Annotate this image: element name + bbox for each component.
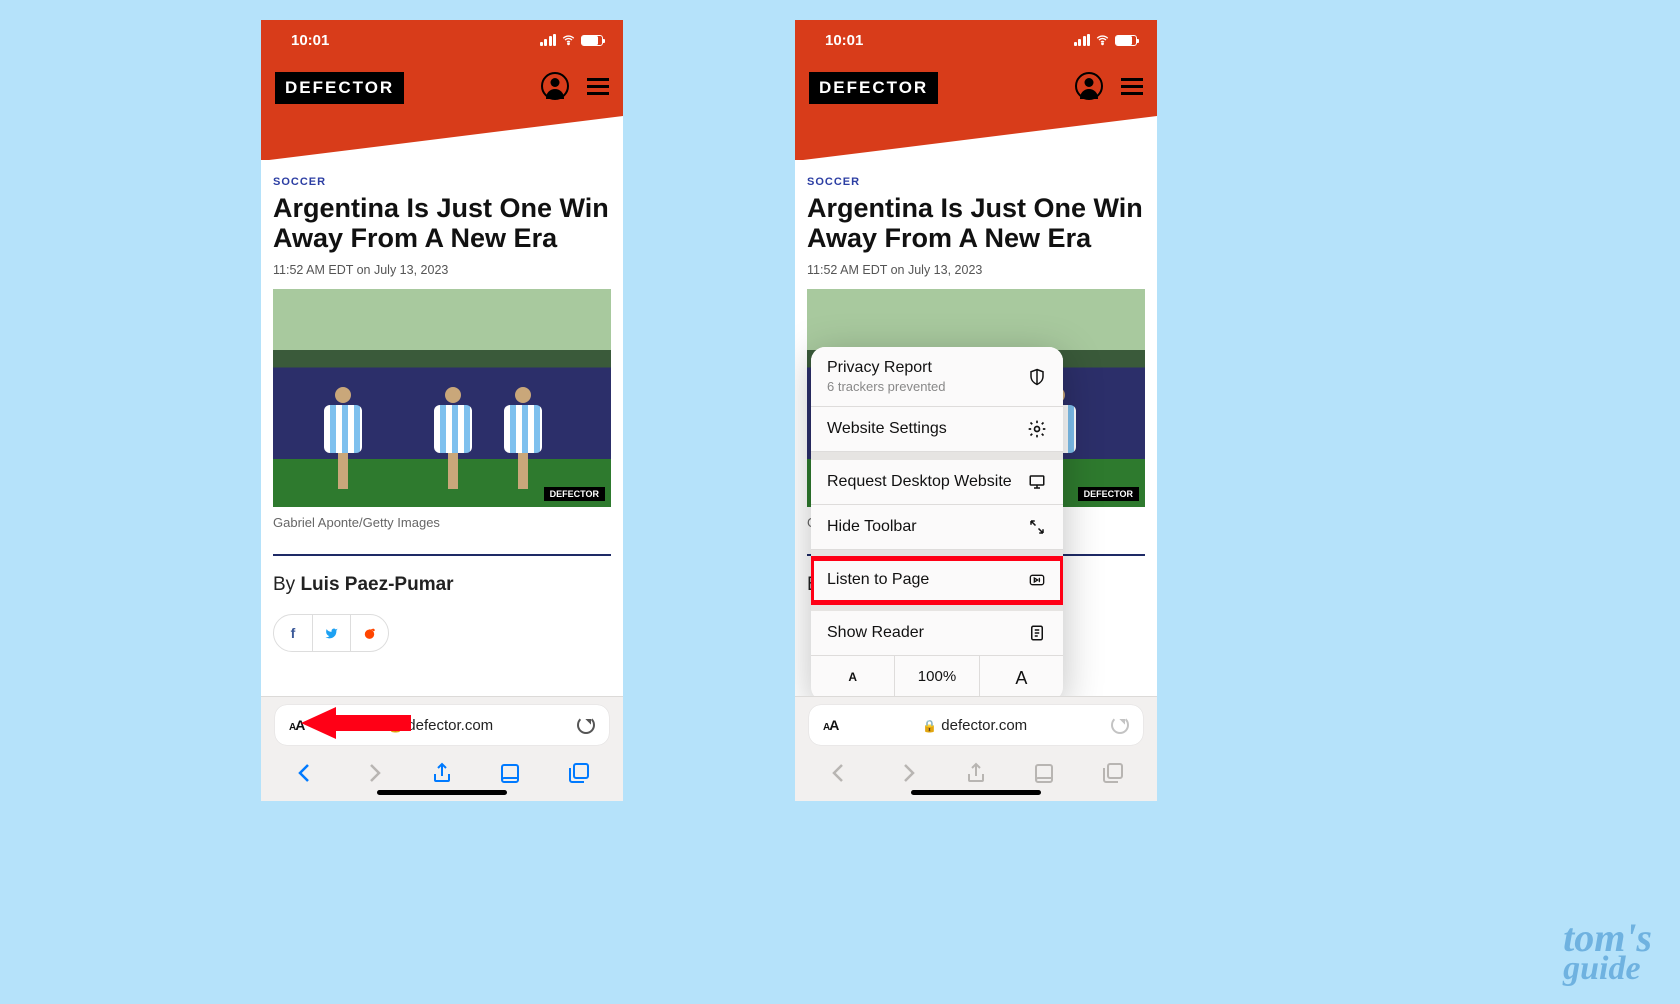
phone-screenshot-left: 10:01 DEFECTOR SOCCER Argentina Is Just …: [261, 20, 623, 801]
site-logo[interactable]: DEFECTOR: [275, 72, 404, 104]
zoom-row: A 100% A: [811, 656, 1063, 701]
shield-icon: [1027, 367, 1047, 387]
share-twitter-icon[interactable]: [312, 615, 350, 651]
site-header: DEFECTOR: [261, 60, 623, 160]
expand-icon: [1027, 517, 1047, 537]
article-headline: Argentina Is Just One Win Away From A Ne…: [807, 194, 1145, 253]
page-settings-button[interactable]: AA: [823, 717, 838, 733]
article: SOCCER Argentina Is Just One Win Away Fr…: [261, 160, 623, 662]
zoom-in-button[interactable]: A: [980, 656, 1063, 701]
safari-url-bar[interactable]: AA 🔒 defector.com: [275, 705, 609, 745]
status-bar: 10:01: [795, 20, 1157, 60]
tabs-button[interactable]: [1101, 761, 1125, 785]
status-time: 10:01: [291, 32, 329, 49]
wifi-icon: [1094, 33, 1111, 47]
share-button[interactable]: [964, 761, 988, 785]
article-category[interactable]: SOCCER: [807, 176, 1145, 188]
tabs-button[interactable]: [567, 761, 591, 785]
status-icons: [1074, 33, 1138, 47]
speaker-icon: [1027, 570, 1047, 590]
article-category[interactable]: SOCCER: [273, 176, 611, 188]
account-icon[interactable]: [541, 72, 569, 100]
battery-icon: [1115, 35, 1137, 46]
site-header: DEFECTOR: [795, 60, 1157, 160]
menu-website-settings[interactable]: Website Settings: [811, 407, 1063, 452]
menu-icon[interactable]: [587, 78, 609, 95]
status-icons: [540, 33, 604, 47]
url-text: 🔒 defector.com: [848, 717, 1101, 734]
reload-icon[interactable]: [1111, 716, 1129, 734]
status-time: 10:01: [825, 32, 863, 49]
safari-toolbar: AA 🔒 defector.com: [261, 696, 623, 801]
page-settings-menu: Privacy Report 6 trackers prevented Webs…: [811, 347, 1063, 701]
image-caption: Gabriel Aponte/Getty Images: [273, 515, 611, 530]
zoom-level[interactable]: 100%: [895, 656, 979, 701]
home-indicator[interactable]: [377, 790, 507, 795]
battery-icon: [581, 35, 603, 46]
cellular-icon: [540, 34, 557, 46]
share-reddit-icon[interactable]: [350, 615, 388, 651]
article-hero-image: DEFECTOR: [273, 289, 611, 507]
menu-privacy-report[interactable]: Privacy Report 6 trackers prevented: [811, 347, 1063, 407]
lock-icon: 🔒: [388, 719, 403, 733]
forward-button[interactable]: [896, 761, 920, 785]
menu-listen-to-page[interactable]: Listen to Page: [811, 558, 1063, 603]
lock-icon: 🔒: [922, 719, 937, 733]
article-timestamp: 11:52 AM EDT on July 13, 2023: [273, 263, 611, 277]
status-bar: 10:01: [261, 20, 623, 60]
share-facebook-icon[interactable]: f: [274, 615, 312, 651]
reload-icon[interactable]: [577, 716, 595, 734]
menu-hide-toolbar[interactable]: Hide Toolbar: [811, 505, 1063, 550]
bookmarks-button[interactable]: [498, 761, 522, 785]
cellular-icon: [1074, 34, 1091, 46]
hero-badge: DEFECTOR: [1078, 487, 1139, 501]
reader-icon: [1027, 623, 1047, 643]
page-settings-button[interactable]: AA: [289, 717, 304, 733]
watermark: tom's guide: [1563, 921, 1652, 984]
account-icon[interactable]: [1075, 72, 1103, 100]
article-byline: By Luis Paez-Pumar: [273, 574, 611, 596]
share-button[interactable]: [430, 761, 454, 785]
phone-screenshot-right: 10:01 DEFECTOR SOCCER Argentina Is Just …: [795, 20, 1157, 801]
back-button[interactable]: [293, 761, 317, 785]
forward-button[interactable]: [362, 761, 386, 785]
privacy-subtext: 6 trackers prevented: [827, 379, 946, 394]
bookmarks-button[interactable]: [1032, 761, 1056, 785]
menu-icon[interactable]: [1121, 78, 1143, 95]
url-text: 🔒 defector.com: [314, 717, 567, 734]
menu-request-desktop[interactable]: Request Desktop Website: [811, 460, 1063, 505]
gear-icon: [1027, 419, 1047, 439]
zoom-out-button[interactable]: A: [811, 656, 895, 701]
menu-show-reader[interactable]: Show Reader: [811, 611, 1063, 656]
article-timestamp: 11:52 AM EDT on July 13, 2023: [807, 263, 1145, 277]
desktop-icon: [1027, 472, 1047, 492]
home-indicator[interactable]: [911, 790, 1041, 795]
hero-badge: DEFECTOR: [544, 487, 605, 501]
wifi-icon: [560, 33, 577, 47]
share-row: f: [273, 614, 389, 652]
site-logo[interactable]: DEFECTOR: [809, 72, 938, 104]
article-headline: Argentina Is Just One Win Away From A Ne…: [273, 194, 611, 253]
safari-toolbar: AA 🔒 defector.com: [795, 696, 1157, 801]
byline-author[interactable]: Luis Paez-Pumar: [300, 574, 453, 595]
safari-url-bar[interactable]: AA 🔒 defector.com: [809, 705, 1143, 745]
back-button[interactable]: [827, 761, 851, 785]
